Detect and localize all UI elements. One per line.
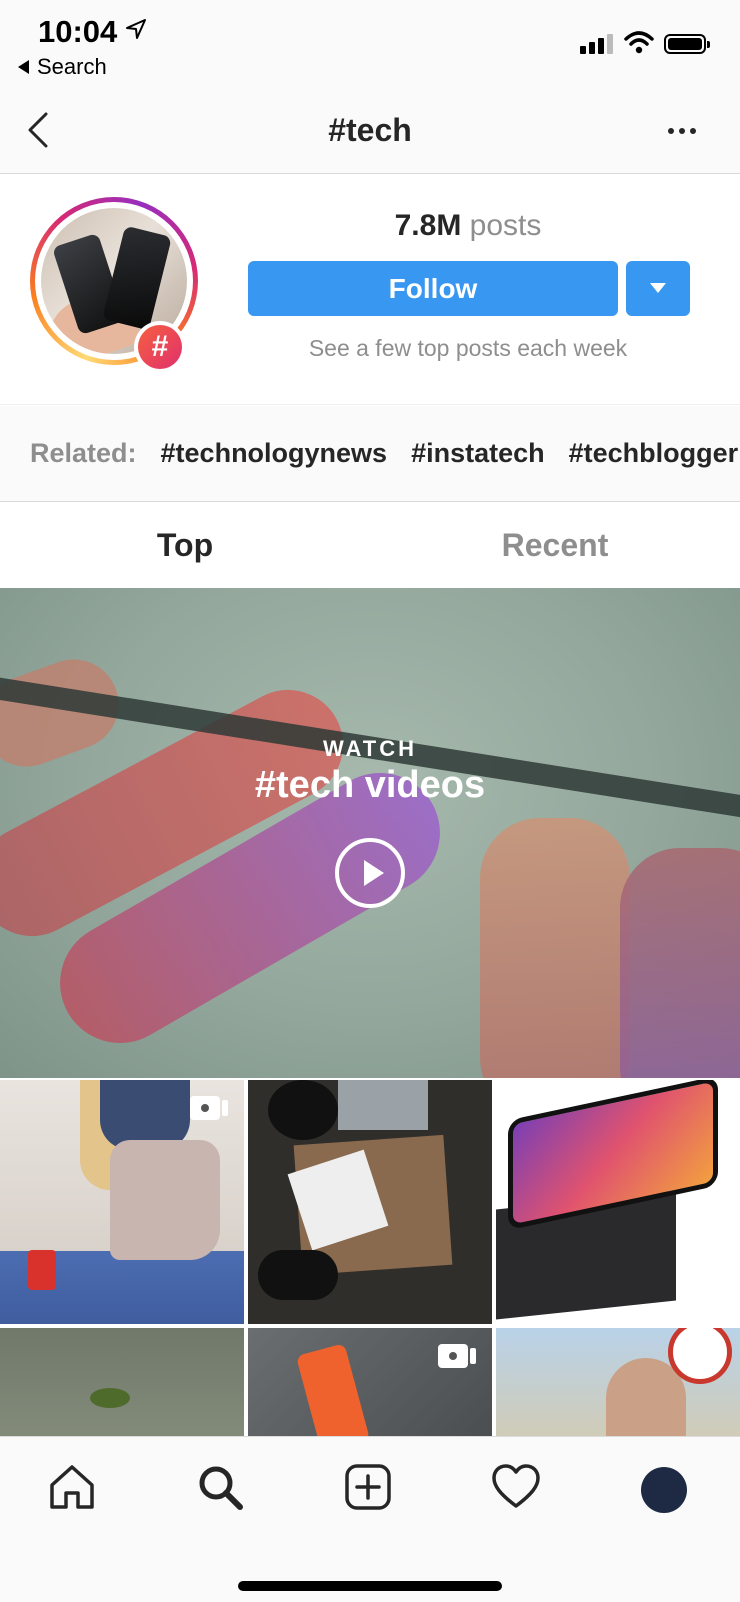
tab-top[interactable]: Top — [0, 527, 370, 564]
back-app-label: Search — [37, 54, 107, 79]
follow-options-dropdown[interactable] — [626, 261, 690, 316]
hashtag-header: # 7.8M posts Follow See a few top posts … — [0, 175, 740, 405]
related-tag[interactable]: #techblogger — [569, 438, 739, 469]
back-to-search-button[interactable]: Search — [18, 54, 107, 80]
post-thumbnail[interactable] — [0, 1080, 244, 1324]
related-hashtags-bar: Related: #technologynews #instatech #tec… — [0, 406, 740, 502]
video-camera-icon — [190, 1094, 230, 1122]
activity-heart-icon[interactable] — [490, 1461, 542, 1513]
battery-icon — [664, 34, 710, 54]
dropdown-arrow-icon — [650, 283, 666, 293]
post-thumbnail[interactable] — [496, 1328, 740, 1436]
watch-title: #tech videos — [254, 764, 486, 806]
back-triangle-icon — [18, 60, 29, 74]
bottom-tab-bar — [0, 1436, 740, 1602]
related-tag[interactable]: #instatech — [411, 438, 545, 469]
home-indicator — [238, 1581, 502, 1591]
more-options-icon[interactable] — [668, 128, 696, 134]
follow-button[interactable]: Follow — [248, 261, 618, 316]
post-thumbnail[interactable] — [248, 1080, 492, 1324]
feed-tabs: Top Recent — [0, 503, 740, 588]
post-grid — [0, 1080, 740, 1436]
post-thumbnail[interactable] — [0, 1328, 244, 1436]
post-thumbnail[interactable] — [496, 1080, 740, 1324]
home-icon[interactable] — [46, 1461, 98, 1513]
location-arrow-icon — [126, 19, 146, 39]
page-title: #tech — [328, 112, 412, 148]
search-icon[interactable] — [194, 1461, 246, 1513]
tab-recent[interactable]: Recent — [370, 527, 740, 564]
profile-avatar[interactable] — [641, 1467, 687, 1513]
cellular-signal-icon — [580, 34, 613, 54]
play-icon[interactable] — [335, 838, 405, 908]
follow-hint-text: See a few top posts each week — [308, 335, 628, 361]
clock: 10:04 — [38, 14, 118, 49]
status-bar: 10:04 Search — [0, 0, 740, 90]
post-count-label: posts — [469, 209, 542, 242]
watch-videos-banner[interactable]: WATCH #tech videos — [0, 588, 740, 1078]
related-tag[interactable]: #technologynews — [161, 438, 388, 469]
nav-bar: #tech — [0, 90, 740, 174]
related-label: Related: — [30, 438, 137, 468]
wifi-icon — [624, 31, 654, 54]
post-count-number: 7.8M — [394, 209, 462, 242]
new-post-icon[interactable] — [342, 1461, 394, 1513]
post-thumbnail[interactable] — [248, 1328, 492, 1436]
video-camera-icon — [438, 1342, 478, 1370]
hashtag-badge-icon: # — [134, 321, 186, 373]
post-count: 7.8M posts — [248, 209, 688, 243]
watch-kicker: WATCH — [322, 736, 418, 761]
